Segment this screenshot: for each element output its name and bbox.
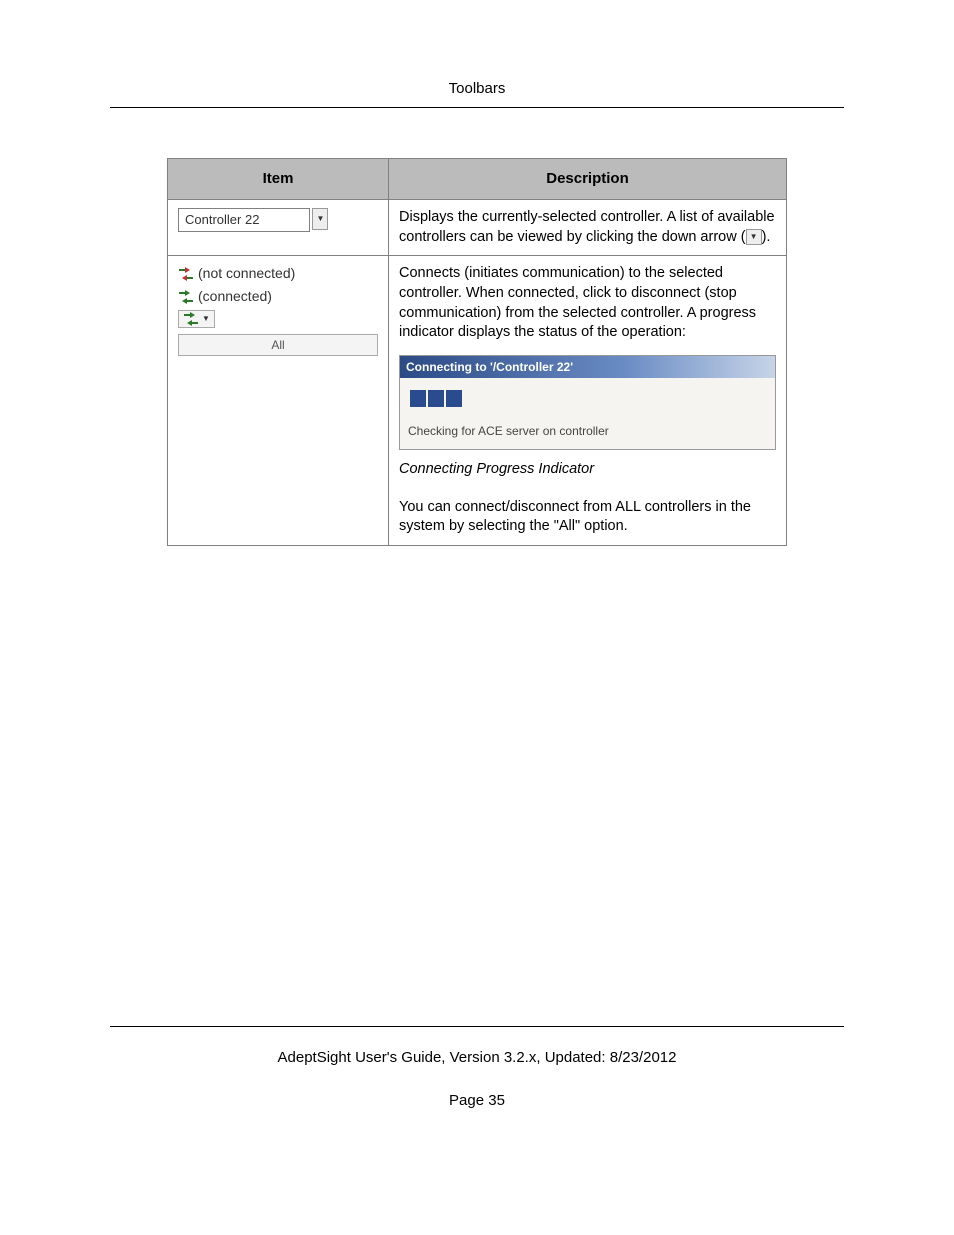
description-text: Connects (initiates communication) to th… — [399, 264, 776, 342]
table-header-item: Item — [168, 159, 389, 200]
connect-icon — [183, 312, 199, 326]
toolbar-reference-table: Item Description Controller 22 ▼ Display… — [167, 158, 787, 546]
controller-selector[interactable]: Controller 22 — [178, 208, 310, 232]
dropdown-arrow-icon: ▼ — [746, 229, 762, 245]
disconnect-icon — [178, 267, 194, 281]
page-number: Page 35 — [110, 1092, 844, 1109]
description-text: ). — [762, 229, 771, 245]
header-divider — [110, 107, 844, 108]
connected-label: (connected) — [198, 287, 272, 306]
progress-status-text: Checking for ACE server on controller — [408, 423, 767, 439]
footer-divider — [110, 1026, 844, 1027]
not-connected-label: (not connected) — [198, 264, 295, 283]
progress-dialog-titlebar: Connecting to '/Controller 22' — [400, 356, 775, 378]
description-text: You can connect/disconnect from ALL cont… — [399, 498, 776, 537]
description-text: Displays the currently-selected controll… — [399, 209, 775, 245]
table-header-description: Description — [389, 159, 787, 200]
connect-icon — [178, 290, 194, 304]
progress-indicator-dialog: Connecting to '/Controller 22' Checking … — [399, 355, 776, 450]
chevron-down-icon: ▼ — [202, 314, 210, 325]
connect-split-button[interactable]: ▼ — [178, 310, 215, 328]
progress-bar — [408, 388, 767, 409]
figure-caption: Connecting Progress Indicator — [399, 460, 776, 480]
table-row: (not connected) (con — [168, 256, 787, 545]
all-option-button[interactable]: All — [178, 334, 378, 356]
page-header-title: Toolbars — [110, 80, 844, 97]
table-row: Controller 22 ▼ Displays the currently-s… — [168, 200, 787, 256]
footer-guide-info: AdeptSight User's Guide, Version 3.2.x, … — [110, 1049, 844, 1066]
dropdown-arrow-icon[interactable]: ▼ — [312, 208, 328, 230]
